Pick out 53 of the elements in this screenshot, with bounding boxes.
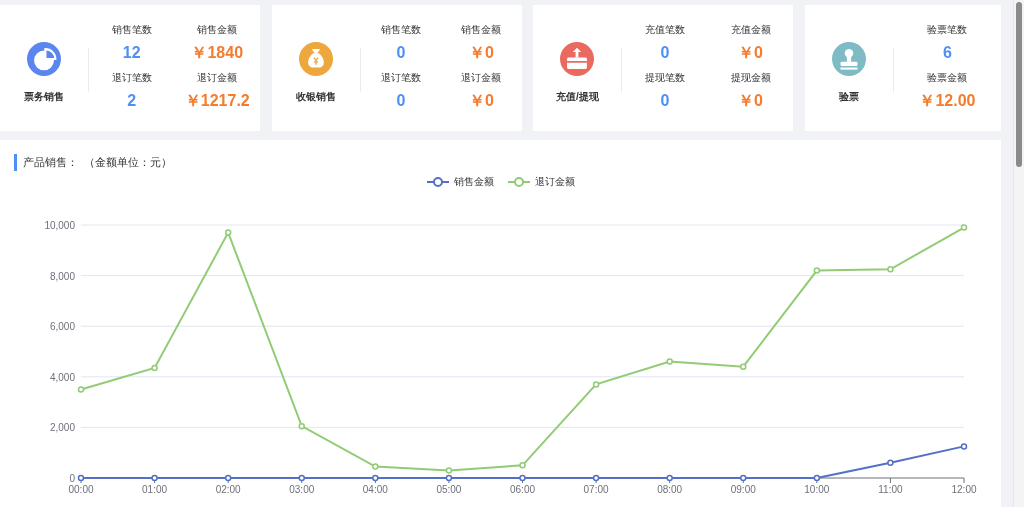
metric-label: 销售笔数 (111, 23, 152, 37)
x-axis-label: 12:00 (951, 484, 977, 495)
metric-label: 销售金额 (461, 23, 502, 37)
y-axis-label: 10,000 (44, 220, 75, 231)
count-value: 0 (396, 91, 406, 111)
amount-value: ￥0 (738, 91, 763, 111)
y-axis-label: 6,000 (49, 321, 75, 333)
amount-value: ￥0 (468, 43, 494, 63)
x-axis-label: 11:00 (878, 484, 903, 495)
amount-value: ￥1217.2 (184, 91, 250, 111)
amount-value: ￥1840 (191, 43, 244, 63)
panel-title: 产品销售： (23, 155, 78, 170)
metric-label: 销售笔数 (380, 23, 421, 37)
x-axis-label: 09:00 (730, 484, 756, 495)
metric-label: 退订金额 (461, 71, 502, 85)
metric-label: 销售金额 (197, 23, 238, 37)
count-value: 6 (943, 43, 952, 63)
y-axis-label: 4,000 (49, 371, 75, 383)
count-value: 0 (660, 43, 670, 63)
card-title: 验票 (838, 90, 859, 104)
metric-label: 提现金额 (730, 71, 771, 85)
amount-value: ￥0 (738, 43, 763, 63)
x-axis-label: 07:00 (583, 484, 609, 495)
metric-label: 退订金额 (197, 71, 238, 85)
x-axis-label: 03:00 (289, 484, 315, 495)
count-value: 2 (127, 91, 137, 111)
y-axis-label: 0 (69, 473, 75, 484)
metric-label: 充值笔数 (645, 23, 686, 37)
x-axis-label: 10:00 (804, 484, 830, 495)
count-value: 0 (660, 91, 670, 111)
x-axis-label: 06:00 (510, 484, 535, 495)
metric-label: 退订笔数 (111, 71, 152, 85)
x-axis-label: 04:00 (362, 484, 388, 495)
x-axis-label: 02:00 (215, 484, 241, 495)
x-axis-label: 01:00 (142, 484, 168, 495)
metric-label: 退订笔数 (380, 71, 421, 85)
metric-label: 提现笔数 (645, 71, 686, 85)
metric-label: 充值金额 (730, 23, 771, 37)
x-axis-label: 00:00 (68, 484, 94, 495)
y-axis-label: 2,000 (49, 422, 75, 434)
x-axis-label: 08:00 (657, 484, 683, 495)
card-title: 收银销售 (295, 90, 336, 104)
metric-label: 验票笔数 (927, 23, 968, 37)
metric-label: 验票金额 (927, 71, 968, 85)
unit-note: （金额单位：元） (84, 155, 172, 170)
card-title: 充值/提现 (555, 90, 599, 104)
amount-value: ￥0 (468, 91, 494, 111)
count-value: 0 (396, 43, 406, 63)
card-title: 票务销售 (24, 90, 64, 104)
amount-value: ￥12.00 (919, 91, 976, 111)
x-axis-label: 05:00 (436, 484, 462, 495)
count-value: 12 (122, 43, 141, 63)
y-axis-label: 8,000 (49, 270, 75, 282)
